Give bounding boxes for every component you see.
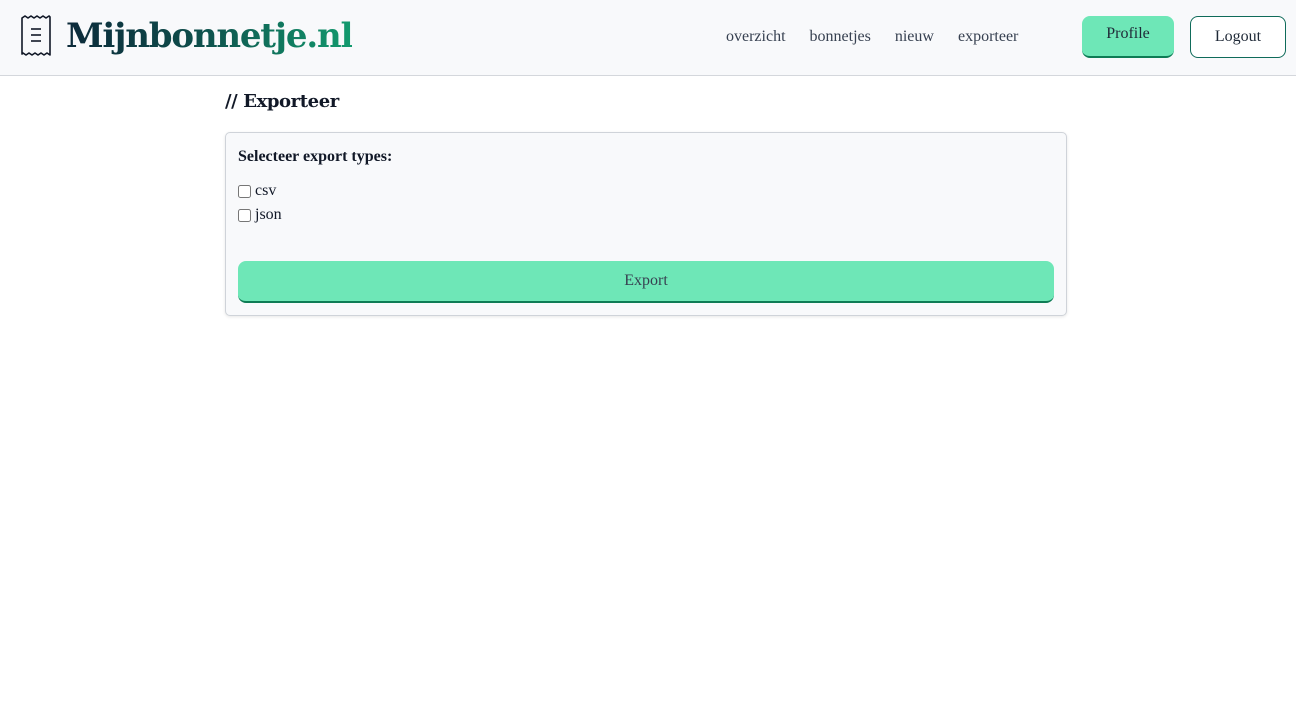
logout-button[interactable]: Logout xyxy=(1190,16,1286,58)
csv-label: csv xyxy=(255,182,277,199)
json-checkbox[interactable] xyxy=(238,208,251,222)
nav-link-nieuw[interactable]: nieuw xyxy=(895,27,934,47)
top-navbar: Mijnbonnetje.nl overzicht bonnetjes nieu… xyxy=(0,0,1296,76)
json-option[interactable]: json xyxy=(238,205,282,225)
export-types-heading: Selecteer export types: xyxy=(238,148,393,165)
main-nav: overzicht bonnetjes nieuw exporteer xyxy=(726,26,1018,48)
export-button[interactable]: Export xyxy=(238,261,1054,303)
nav-link-exporteer[interactable]: exporteer xyxy=(958,27,1018,47)
nav-link-overzicht[interactable]: overzicht xyxy=(726,27,786,47)
csv-option[interactable]: csv xyxy=(238,181,276,201)
nav-link-bonnetjes[interactable]: bonnetjes xyxy=(810,27,871,47)
page-title: // Exporteer xyxy=(225,91,339,112)
brand-home-link[interactable]: Mijnbonnetje.nl xyxy=(20,14,353,58)
receipt-icon xyxy=(21,15,51,56)
export-card: Selecteer export types: csv json Export xyxy=(225,132,1067,316)
csv-checkbox[interactable] xyxy=(238,184,251,198)
brand-name: Mijnbonnetje.nl xyxy=(66,16,353,56)
json-label: json xyxy=(255,206,282,223)
profile-button[interactable]: Profile xyxy=(1082,16,1174,58)
